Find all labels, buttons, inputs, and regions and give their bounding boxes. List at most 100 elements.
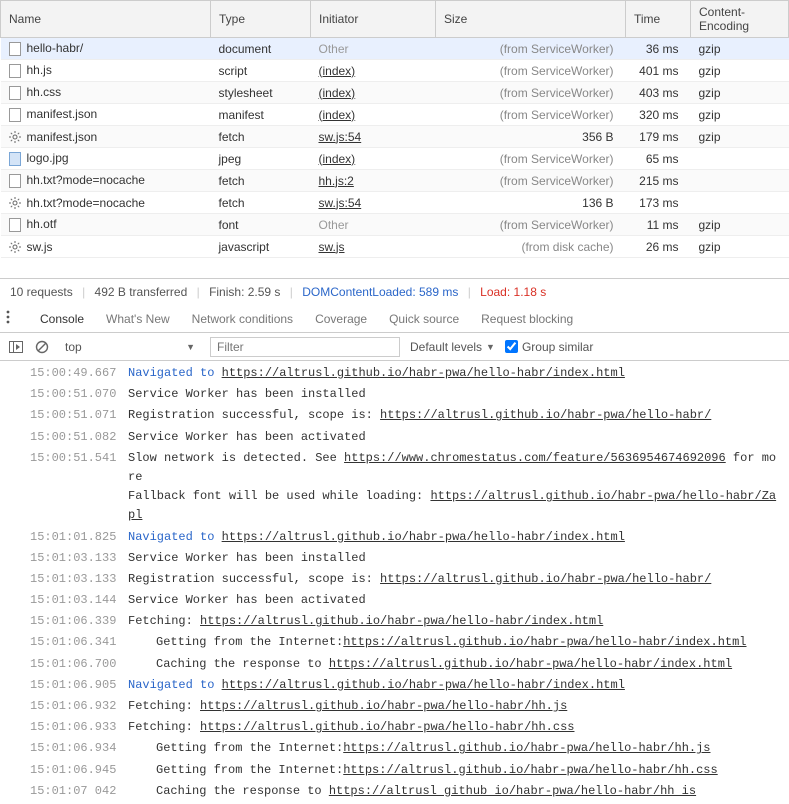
console-link[interactable]: https://altrusl.github.io/habr-pwa/hello…	[343, 741, 710, 755]
request-encoding: gzip	[699, 218, 721, 232]
tab-request-blocking[interactable]: Request blocking	[479, 306, 575, 332]
network-row[interactable]: sw.js javascript sw.js (from disk cache) 26 …	[1, 236, 789, 258]
col-header-size[interactable]: Size	[436, 1, 626, 38]
console-link[interactable]: https://altrusl.github.io/habr-pwa/hello…	[200, 720, 574, 734]
network-row[interactable]: hello-habr/documentOther(from ServiceWor…	[1, 38, 789, 60]
request-type: font	[219, 218, 239, 232]
initiator-text: Other	[319, 42, 349, 56]
network-row[interactable]: hh.otffontOther(from ServiceWorker)11 ms…	[1, 214, 789, 236]
col-header-initiator[interactable]: Initiator	[311, 1, 436, 38]
col-header-time[interactable]: Time	[626, 1, 691, 38]
network-row[interactable]: hh.txt?mode=nocachefetchsw.js:54136 B173…	[1, 192, 789, 214]
context-selector[interactable]: top ▼	[60, 338, 200, 356]
request-encoding: gzip	[699, 86, 721, 100]
initiator-link[interactable]: sw.js	[319, 240, 345, 254]
status-transferred: 492 B transferred	[95, 285, 188, 299]
request-encoding: gzip	[699, 108, 721, 122]
network-row[interactable]: hh.jsscript(index)(from ServiceWorker)40…	[1, 60, 789, 82]
console-link[interactable]: https://altrusl.github.io/habr-pwa/hello…	[380, 572, 711, 586]
request-name: logo.jpg	[27, 151, 69, 165]
console-link[interactable]: https://altrusl.github.io/habr-pwa/hello…	[380, 408, 711, 422]
console-link[interactable]: https://altrusl.github.io/habr-pwa/hello…	[329, 657, 732, 671]
request-size: 356 B	[582, 130, 613, 144]
console-row: 15:00:51.541Slow network is detected. Se…	[0, 448, 789, 527]
initiator-link[interactable]: hh.js:2	[319, 174, 354, 188]
console-row: 15:00:51.070Service Worker has been inst…	[0, 384, 789, 405]
console-message: Slow network is detected. See https://ww…	[128, 449, 783, 526]
group-similar-checkbox[interactable]: Group similar	[505, 340, 593, 354]
request-time: 36 ms	[646, 42, 679, 56]
request-time: 26 ms	[646, 240, 679, 254]
console-row: 15:01:06.341Getting from the Internet:ht…	[0, 632, 789, 653]
tab-coverage[interactable]: Coverage	[313, 306, 369, 332]
console-link[interactable]: https://altrusl.github.io/habr-pwa/hello…	[343, 635, 746, 649]
console-timestamp: 15:01:06.932	[30, 697, 128, 716]
log-level-selector[interactable]: Default levels ▼	[410, 340, 495, 354]
status-finish: Finish: 2.59 s	[209, 285, 280, 299]
console-output: 15:00:49.667Navigated to https://altrusl…	[0, 361, 789, 804]
tab-quick-source[interactable]: Quick source	[387, 306, 461, 332]
initiator-link[interactable]: sw.js:54	[319, 130, 362, 144]
image-file-icon	[9, 152, 21, 166]
request-size: (from disk cache)	[521, 240, 613, 254]
request-size: (from ServiceWorker)	[500, 86, 614, 100]
gear-icon	[9, 241, 21, 253]
console-text: Navigated to	[128, 366, 222, 380]
initiator-link[interactable]: (index)	[319, 86, 356, 100]
console-timestamp: 15:00:51.070	[30, 385, 128, 404]
file-icon	[9, 64, 21, 78]
initiator-link[interactable]: (index)	[319, 152, 356, 166]
console-link[interactable]: https://altrusl.github.io/habr-pwa/hello…	[200, 699, 567, 713]
clear-console-icon[interactable]	[34, 339, 50, 355]
request-time: 179 ms	[639, 130, 678, 144]
tab-network-conditions[interactable]: Network conditions	[190, 306, 295, 332]
initiator-link[interactable]: (index)	[319, 108, 356, 122]
request-time: 11 ms	[647, 218, 679, 232]
chevron-down-icon: ▼	[186, 342, 195, 352]
request-encoding: gzip	[699, 42, 721, 56]
console-message: Caching the response to https://altrusl.…	[128, 655, 783, 674]
request-size: (from ServiceWorker)	[500, 64, 614, 78]
more-icon[interactable]	[6, 310, 20, 327]
console-link[interactable]: https://altrusl github io/habr-pwa/hello…	[329, 784, 696, 798]
tab-whatsnew[interactable]: What's New	[104, 306, 172, 332]
col-header-name[interactable]: Name	[1, 1, 211, 38]
request-type: stylesheet	[219, 86, 273, 100]
console-link[interactable]: https://altrusl.github.io/habr-pwa/hello…	[222, 366, 625, 380]
console-text: Slow network is detected. See	[128, 451, 344, 465]
request-time: 401 ms	[639, 64, 678, 78]
console-filter-input[interactable]	[210, 337, 400, 357]
network-row[interactable]: logo.jpgjpeg(index)(from ServiceWorker)6…	[1, 148, 789, 170]
request-type: javascript	[219, 240, 270, 254]
console-link[interactable]: https://altrusl.github.io/habr-pwa/hello…	[343, 763, 717, 777]
request-time: 403 ms	[639, 86, 678, 100]
console-message: Service Worker has been installed	[128, 549, 783, 568]
network-row[interactable]: manifest.jsonfetchsw.js:54356 B179 msgzi…	[1, 126, 789, 148]
initiator-link[interactable]: sw.js:54	[319, 196, 362, 210]
console-link[interactable]: https://www.chromestatus.com/feature/563…	[344, 451, 726, 465]
request-type: script	[219, 64, 248, 78]
group-similar-input[interactable]	[505, 340, 518, 353]
console-text: Caching the response to	[128, 782, 329, 801]
network-row[interactable]: manifest.jsonmanifest(index)(from Servic…	[1, 104, 789, 126]
console-link[interactable]: https://altrusl.github.io/habr-pwa/hello…	[200, 614, 603, 628]
request-name: sw.js	[27, 240, 53, 254]
console-text: Navigated to	[128, 678, 222, 692]
console-message: Navigated to https://altrusl.github.io/h…	[128, 364, 783, 383]
console-link[interactable]: https://altrusl.github.io/habr-pwa/hello…	[222, 530, 625, 544]
request-size: (from ServiceWorker)	[500, 218, 614, 232]
network-row[interactable]: hh.css stylesheet (index) (from ServiceWork…	[1, 82, 789, 104]
console-row: 15:01:01.825Navigated to https://altrusl…	[0, 527, 789, 548]
sidebar-toggle-icon[interactable]	[8, 339, 24, 355]
console-link[interactable]: https://altrusl.github.io/habr-pwa/hello…	[222, 678, 625, 692]
request-time: 65 ms	[646, 152, 679, 166]
console-message: Service Worker has been activated	[128, 428, 783, 447]
col-header-type[interactable]: Type	[211, 1, 311, 38]
network-row[interactable]: hh.txt?mode=nocachefetchhh.js:2(from Ser…	[1, 170, 789, 192]
console-timestamp: 15:00:51.071	[30, 406, 128, 425]
request-name: hh.css	[27, 85, 62, 99]
tab-console[interactable]: Console	[38, 306, 86, 332]
col-header-encoding[interactable]: Content-Encoding	[691, 1, 789, 38]
console-text: Fallback font will be used while loading…	[128, 489, 430, 503]
initiator-link[interactable]: (index)	[319, 64, 356, 78]
